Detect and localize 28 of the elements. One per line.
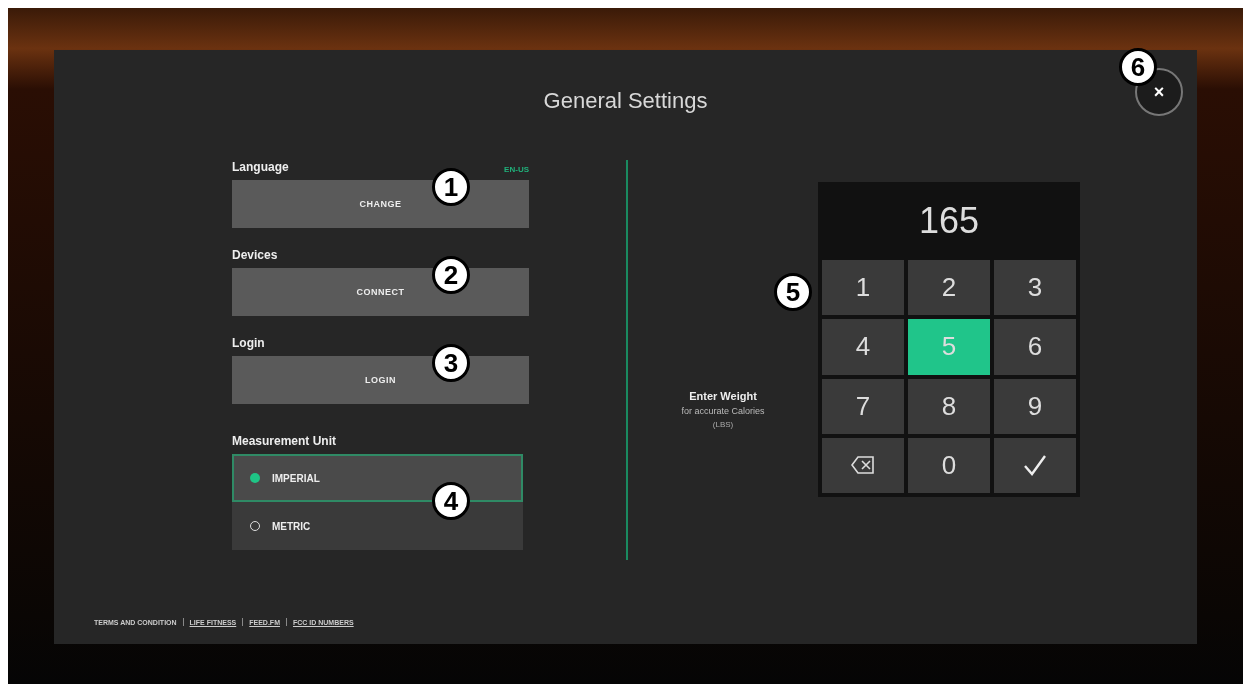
keypad-key[interactable]: 6 <box>994 319 1076 375</box>
callout-marker: 6 <box>1119 48 1157 86</box>
keypad-key[interactable]: 2 <box>908 260 990 316</box>
keypad-key[interactable]: 7 <box>822 378 904 434</box>
radio-icon <box>250 473 260 483</box>
setting-label: Measurement Unit <box>232 434 338 448</box>
weight-unit: (LBS) <box>712 419 734 429</box>
keypad-key[interactable]: 8 <box>908 378 990 434</box>
dialog-title: General Settings <box>542 88 709 114</box>
weight-title: Enter Weight <box>689 389 757 402</box>
backspace-icon <box>851 456 875 475</box>
keypad-key[interactable]: 3 <box>994 260 1076 316</box>
keypad-key[interactable]: 4 <box>822 319 904 375</box>
keypad-key[interactable]: 9 <box>994 378 1076 434</box>
callout-marker: 2 <box>432 256 470 294</box>
checkmark-icon <box>1023 454 1047 477</box>
keypad-key[interactable]: 0 <box>908 437 990 493</box>
keypad-key[interactable] <box>822 437 904 493</box>
callout-marker: 3 <box>432 344 470 382</box>
callout-marker: 5 <box>774 273 812 311</box>
keypad-key[interactable]: 1 <box>822 260 904 316</box>
weight-display: 165 <box>917 199 981 243</box>
callout-marker: 1 <box>432 168 470 206</box>
setting-label: Login <box>232 336 265 350</box>
weight-subtitle: for accurate Calories <box>681 405 765 416</box>
setting-value: EN-US <box>504 165 529 174</box>
setting-label: Language <box>232 160 289 174</box>
setting-label: Devices <box>232 248 278 262</box>
